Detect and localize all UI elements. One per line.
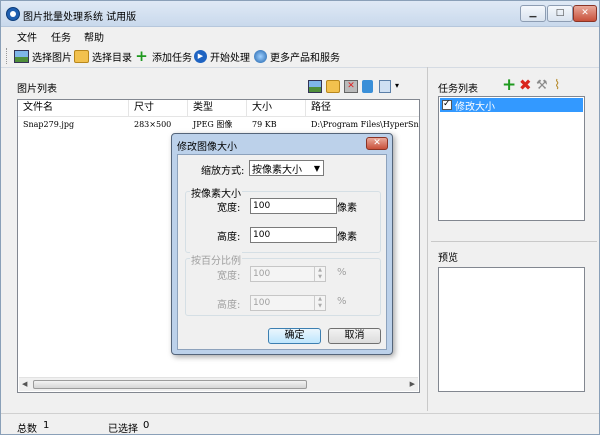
- resize-dialog: 修改图像大小 ✕ 缩放方式: 按像素大小 ▼ 按像素大小 宽度: 100 像素 …: [171, 133, 393, 355]
- pct-width-label: 宽度:: [217, 271, 241, 282]
- dialog-close-button[interactable]: ✕: [366, 137, 388, 150]
- column-header-size[interactable]: 大小: [247, 100, 306, 117]
- pct-height-unit: %: [337, 296, 347, 307]
- total-label: 总数: [17, 424, 37, 435]
- toolbar-separator: [1, 67, 599, 68]
- minimize-button[interactable]: ▁: [520, 5, 546, 22]
- height-unit: 像素: [337, 232, 357, 243]
- status-bar: 总数 1 已选择 0: [1, 413, 599, 435]
- close-button[interactable]: ✕: [573, 5, 597, 22]
- horizontal-scrollbar[interactable]: ◀ ▶: [19, 377, 418, 391]
- image-list-title: 图片列表: [17, 84, 57, 95]
- remove-image-icon[interactable]: ✕: [344, 80, 358, 93]
- height-input[interactable]: 100: [250, 227, 337, 243]
- play-icon: ▶: [194, 49, 207, 63]
- scroll-right-icon[interactable]: ▶: [410, 380, 415, 388]
- more-products-button[interactable]: 更多产品和服务: [254, 47, 340, 65]
- total-value: 1: [43, 420, 50, 431]
- cell-filename: Snap279.jpg: [23, 120, 75, 129]
- select-images-button[interactable]: 选择图片: [14, 47, 72, 65]
- menu-file[interactable]: 文件: [17, 29, 37, 44]
- selected-value: 0: [143, 420, 150, 431]
- panel-splitter[interactable]: [427, 67, 428, 411]
- cell-dims: 283×500: [134, 120, 172, 129]
- cell-size: 79 KB: [252, 120, 277, 129]
- wrench-icon[interactable]: ⚒: [536, 79, 550, 92]
- width-label: 宽度:: [217, 203, 241, 214]
- menu-help[interactable]: 帮助: [84, 29, 104, 44]
- pct-width-value: 100: [253, 269, 271, 279]
- view-mode-icon[interactable]: [379, 80, 391, 93]
- select-images-label: 选择图片: [32, 52, 72, 64]
- task-checkbox[interactable]: [442, 99, 452, 110]
- width-input[interactable]: 100: [250, 198, 337, 214]
- dialog-title: 修改图像大小: [177, 142, 237, 153]
- height-label: 高度:: [217, 232, 241, 243]
- selected-label: 已选择: [108, 424, 138, 435]
- preview-area: [438, 267, 585, 392]
- cell-type: JPEG 图像: [193, 120, 233, 129]
- start-button[interactable]: ▶ 开始处理: [194, 47, 250, 65]
- column-header-filename[interactable]: 文件名: [18, 100, 129, 117]
- folder-icon: [74, 49, 89, 63]
- column-header-path[interactable]: 路径: [306, 100, 419, 117]
- pct-height-value: 100: [253, 298, 271, 308]
- maximize-button[interactable]: □: [547, 5, 573, 22]
- title-bar: 图片批量处理系统 试用版 ▁ □ ✕: [1, 1, 599, 27]
- select-dir-button[interactable]: 选择目录: [74, 47, 132, 65]
- scroll-thumb[interactable]: [33, 380, 307, 389]
- main-toolbar: 选择图片 选择目录 + 添加任务 ▶ 开始处理 更多产品和服务: [1, 45, 599, 67]
- preview-title: 预览: [438, 253, 458, 264]
- cancel-button[interactable]: 取消: [328, 328, 381, 344]
- clear-list-icon[interactable]: [362, 80, 373, 93]
- select-dir-label: 选择目录: [92, 52, 132, 64]
- chevron-down-icon: ▼: [313, 164, 320, 173]
- task-label: 修改大小: [455, 101, 495, 113]
- view-mode-dropdown-icon[interactable]: ▾: [395, 81, 403, 94]
- menu-bar: 文件 任务 帮助: [1, 27, 599, 45]
- column-header-type[interactable]: 类型: [188, 100, 247, 117]
- pct-height-label: 高度:: [217, 300, 241, 311]
- spinner-icon: ▲ ▼: [314, 267, 325, 281]
- task-list[interactable]: 修改大小: [438, 96, 585, 221]
- pixel-size-group: 按像素大小 宽度: 100 像素 高度: 100 像素: [185, 185, 381, 253]
- app-icon: [6, 7, 20, 21]
- pct-width-input: 100 ▲ ▼: [250, 266, 326, 282]
- image-list-header: 文件名 尺寸 类型 大小 路径: [18, 100, 419, 117]
- percent-group: 按百分比例 宽度: 100 ▲ ▼ % 高度: 100 ▲ ▼ %: [185, 252, 381, 316]
- dialog-body: 缩放方式: 按像素大小 ▼ 按像素大小 宽度: 100 像素 高度: 100 像…: [177, 154, 387, 350]
- pct-height-input: 100 ▲ ▼: [250, 295, 326, 311]
- table-row[interactable]: Snap279.jpg 283×500 JPEG 图像 79 KB D:\Pro…: [18, 117, 419, 133]
- ok-button[interactable]: 确定: [268, 328, 321, 344]
- add-task-icon[interactable]: +: [502, 77, 516, 94]
- toolbar-grip: [6, 48, 8, 64]
- add-task-label: 添加任务: [152, 52, 192, 64]
- window-title: 图片批量处理系统 试用版: [23, 12, 137, 23]
- delete-task-icon[interactable]: ✖: [519, 78, 533, 93]
- broom-icon[interactable]: ⌇: [554, 79, 568, 92]
- pct-width-unit: %: [337, 267, 347, 278]
- scale-mode-select[interactable]: 按像素大小 ▼: [249, 160, 324, 176]
- percent-group-title: 按百分比例: [190, 252, 242, 267]
- plus-icon: +: [135, 46, 148, 65]
- spinner-icon: ▲ ▼: [314, 296, 325, 310]
- add-image-icon[interactable]: [308, 80, 322, 93]
- cell-path: D:\Program Files\HyperSn: [311, 120, 419, 129]
- scale-mode-label: 缩放方式:: [201, 166, 245, 177]
- more-products-label: 更多产品和服务: [270, 52, 340, 64]
- list-item[interactable]: 修改大小: [440, 98, 583, 113]
- add-folder-icon[interactable]: [326, 80, 340, 93]
- column-header-dims[interactable]: 尺寸: [129, 100, 188, 117]
- right-panel-separator: [431, 241, 597, 242]
- add-task-button[interactable]: + 添加任务: [134, 47, 192, 65]
- width-unit: 像素: [337, 203, 357, 214]
- globe-icon: [254, 49, 267, 63]
- start-label: 开始处理: [210, 52, 250, 64]
- image-icon: [14, 49, 29, 63]
- task-list-title: 任务列表: [438, 84, 478, 95]
- scale-mode-value: 按像素大小: [252, 164, 302, 176]
- pixel-size-group-title: 按像素大小: [190, 185, 242, 200]
- scroll-left-icon[interactable]: ◀: [22, 380, 27, 388]
- menu-task[interactable]: 任务: [51, 29, 71, 44]
